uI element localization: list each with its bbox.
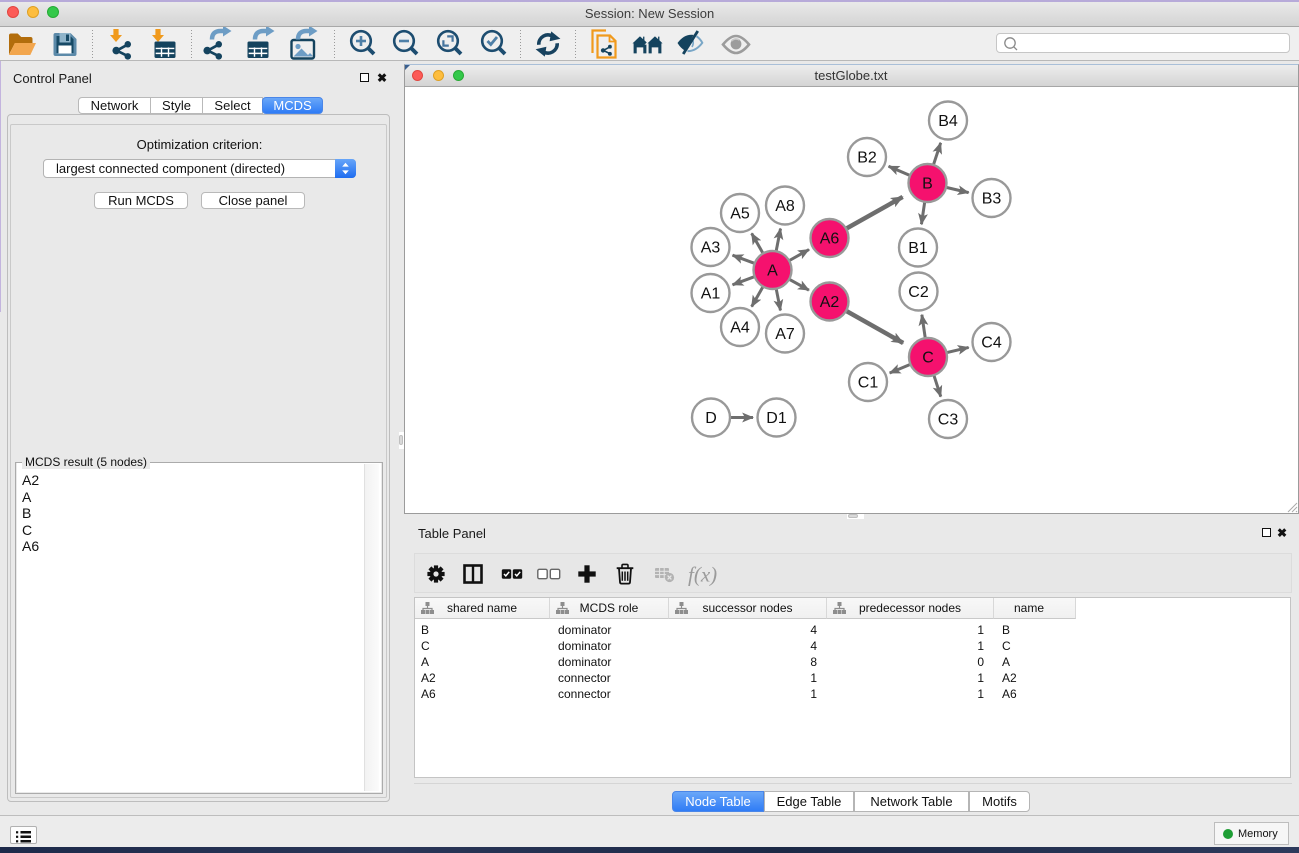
svg-text:D1: D1 <box>766 410 787 427</box>
svg-text:B2: B2 <box>857 149 877 166</box>
svg-text:B1: B1 <box>908 240 928 257</box>
svg-text:B3: B3 <box>981 190 1001 207</box>
svg-text:A2: A2 <box>819 294 839 311</box>
svg-text:A1: A1 <box>700 285 720 302</box>
svg-text:B4: B4 <box>938 113 958 130</box>
svg-text:A3: A3 <box>700 239 720 256</box>
svg-text:B: B <box>922 175 933 192</box>
svg-text:C1: C1 <box>857 374 878 391</box>
svg-text:A4: A4 <box>730 319 750 336</box>
svg-text:A8: A8 <box>775 198 795 215</box>
svg-text:A5: A5 <box>730 205 750 222</box>
svg-text:A6: A6 <box>819 230 839 247</box>
svg-text:A: A <box>767 262 778 279</box>
svg-text:A7: A7 <box>775 326 795 343</box>
svg-text:D: D <box>705 410 717 427</box>
svg-text:C2: C2 <box>908 284 929 301</box>
svg-text:C4: C4 <box>981 334 1002 351</box>
svg-text:C3: C3 <box>937 411 958 428</box>
svg-text:f(x): f(x) <box>688 563 717 587</box>
svg-text:C: C <box>922 349 934 366</box>
